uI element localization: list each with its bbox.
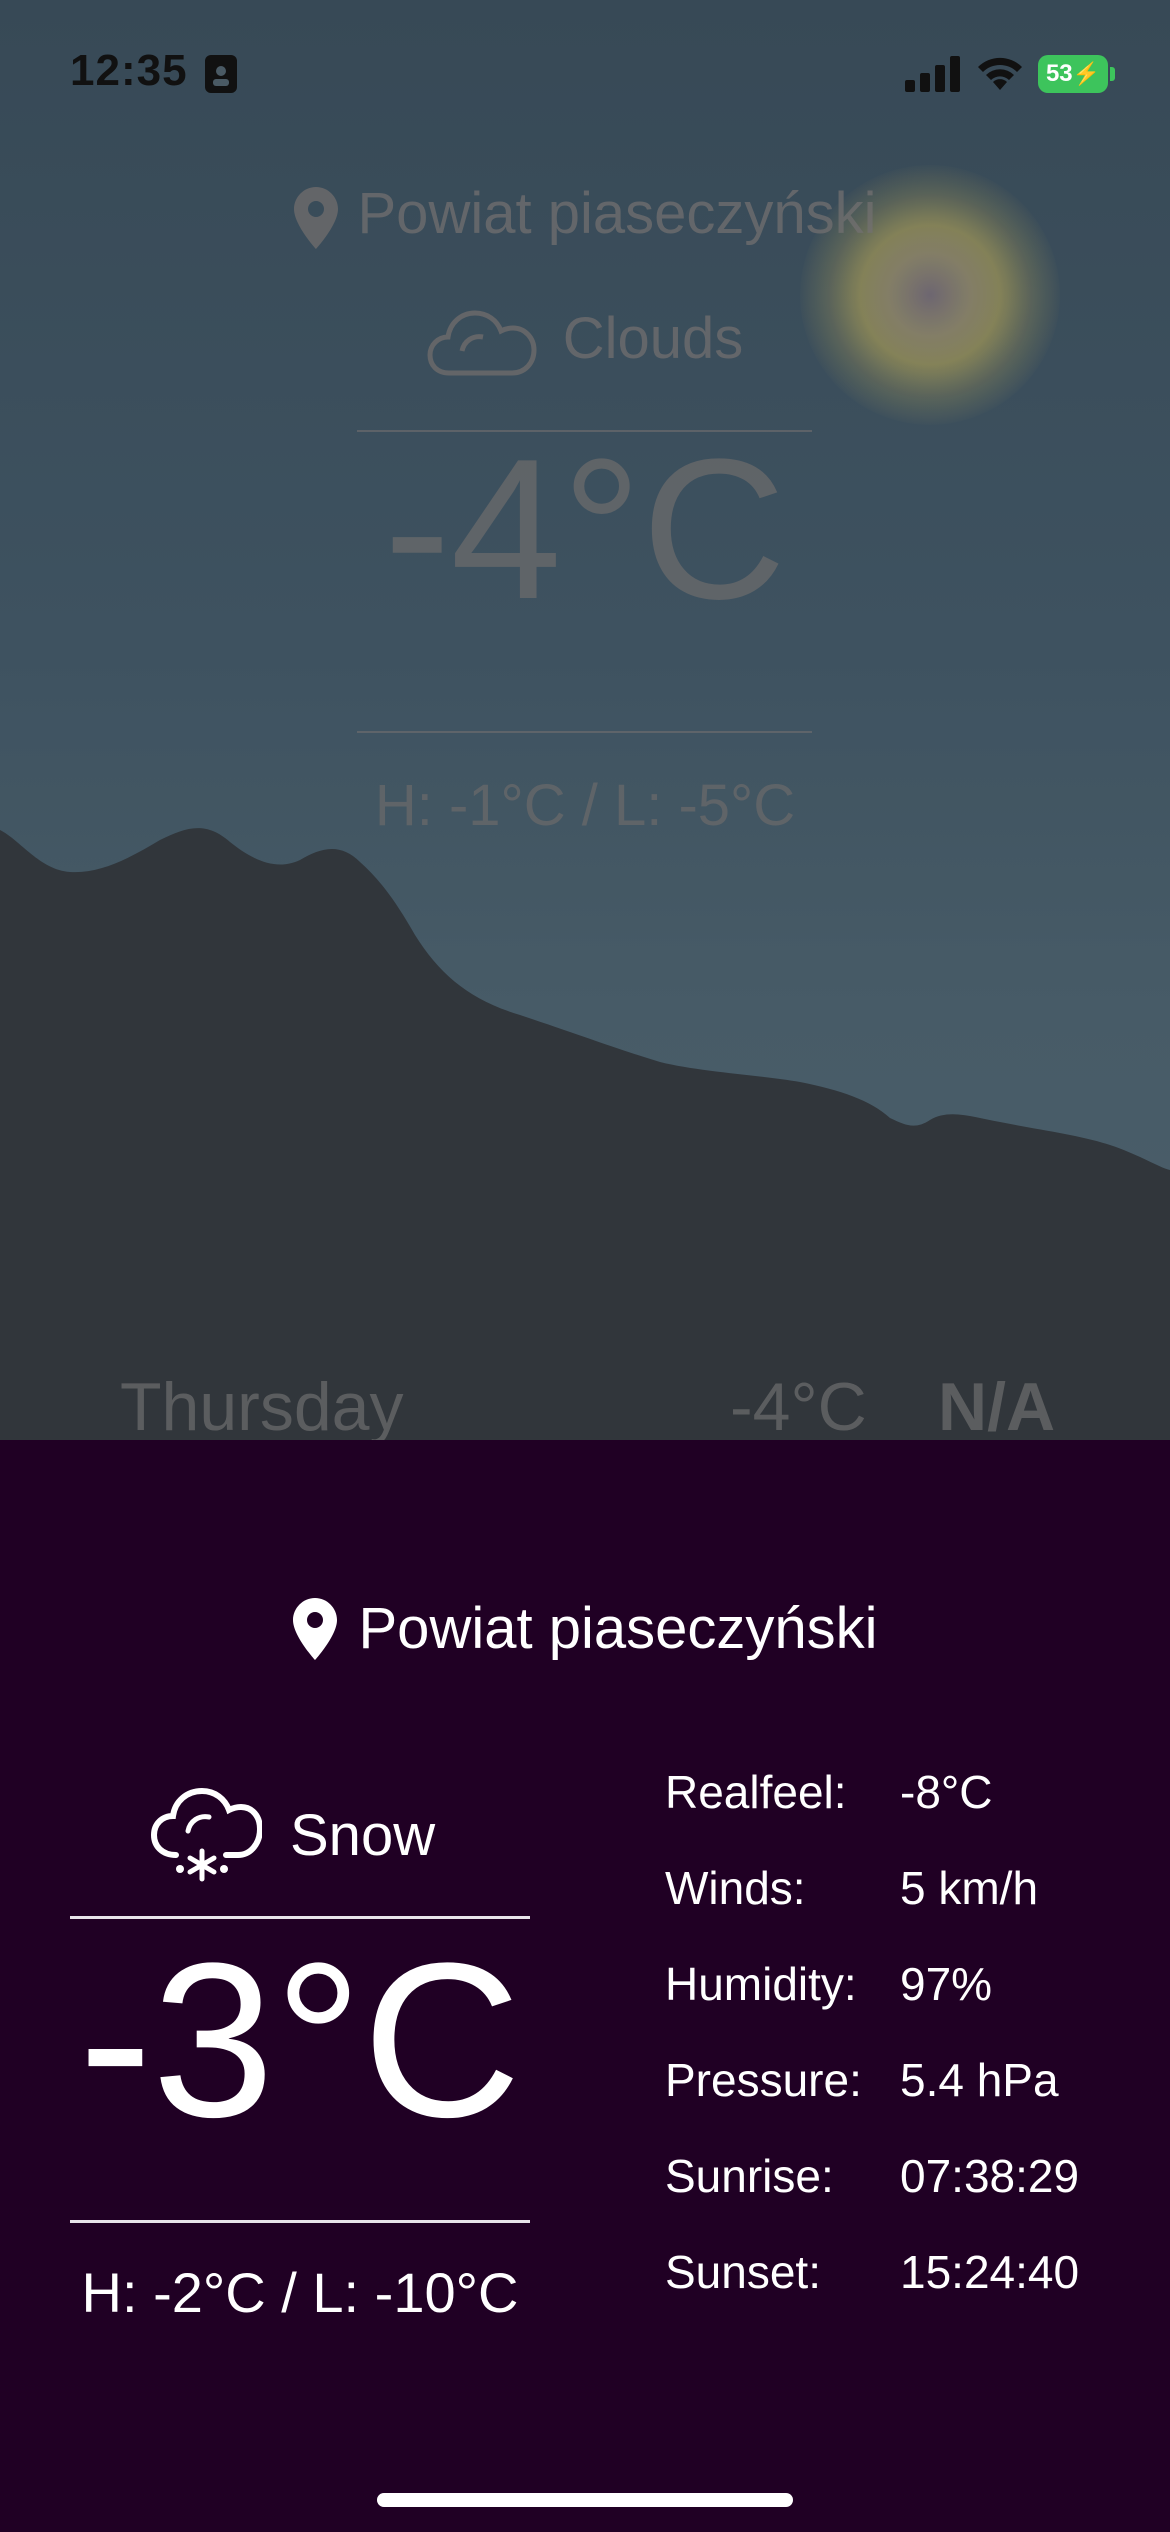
charging-bolt-icon: ⚡: [1072, 61, 1101, 86]
detail-row-humidity: Humidity: 97%: [665, 1957, 1125, 2053]
bg-condition: Clouds: [0, 305, 1170, 379]
bg-location-label: Powiat piaseczyński: [357, 181, 877, 246]
bg-location: Powiat piaseczyński: [0, 180, 1170, 249]
detail-label: Pressure:: [665, 2054, 862, 2106]
battery-cap: [1110, 67, 1115, 81]
detail-label: Humidity:: [665, 1958, 857, 2010]
detail-row-pressure: Pressure: 5.4 hPa: [665, 2053, 1125, 2149]
detail-label: Sunrise:: [665, 2150, 834, 2202]
detail-value: 97%: [900, 1958, 993, 2010]
bg-forecast-row: Thursday -4°C N/A: [120, 1368, 1070, 1448]
divider-bottom: [70, 2220, 530, 2223]
sheet-location-label: Powiat piaseczyński: [358, 1596, 878, 1661]
high-low-temperature: H: -2°C / L: -10°C: [81, 2261, 519, 2324]
detail-label: Sunset:: [665, 2246, 821, 2298]
cloud-icon: [427, 310, 537, 376]
sheet-location: Powiat piaseczyński: [0, 1595, 1170, 1664]
detail-value: 15:24:40: [900, 2246, 1080, 2298]
wifi-icon: [978, 57, 1022, 90]
detail-row-sunrise: Sunrise: 07:38:29: [665, 2149, 1125, 2245]
bg-condition-label: Clouds: [562, 306, 744, 371]
home-indicator[interactable]: [377, 2493, 793, 2507]
bg-forecast-temp: -4°C: [730, 1369, 867, 1445]
sheet-condition-label: Snow: [290, 1802, 436, 1868]
detail-value: -8°C: [900, 1766, 993, 1818]
status-time: 12:35: [70, 46, 188, 95]
battery-indicator: 53 ⚡: [1038, 55, 1108, 93]
sheet-condition: Snow: [150, 1780, 435, 1890]
weather-details-sheet[interactable]: Powiat piaseczyński Snow -3°C H: -2°C / …: [0, 1440, 1170, 2532]
detail-row-sunset: Sunset: 15:24:40: [665, 2245, 1125, 2341]
battery-level: 53: [1045, 60, 1073, 87]
bg-forecast-day: Thursday: [120, 1369, 404, 1445]
location-pin-icon: [293, 186, 338, 249]
sim-icon: [205, 55, 237, 93]
detail-row-realfeel: Realfeel: -8°C: [665, 1765, 1125, 1861]
detail-value: 5 km/h: [900, 1862, 1039, 1914]
bg-temperature: -4°C: [383, 418, 787, 641]
bg-high-low: H: -1°C / L: -5°C: [374, 773, 796, 838]
detail-row-winds: Winds: 5 km/h: [665, 1861, 1125, 1957]
detail-label: Winds:: [665, 1862, 806, 1914]
bg-forecast-value: N/A: [938, 1369, 1056, 1445]
detail-value: 07:38:29: [900, 2150, 1080, 2202]
snow-cloud-icon: [150, 1787, 262, 1882]
detail-value: 5.4 hPa: [900, 2054, 1059, 2106]
bg-divider-bottom: [357, 731, 812, 733]
signal-icon: [905, 56, 960, 92]
current-temperature: -3°C: [78, 1917, 522, 2163]
weather-details-list: Realfeel: -8°C Winds: 5 km/h Humidity: 9…: [665, 1765, 1125, 2341]
detail-label: Realfeel:: [665, 1766, 847, 1818]
location-pin-icon: [292, 1597, 337, 1660]
